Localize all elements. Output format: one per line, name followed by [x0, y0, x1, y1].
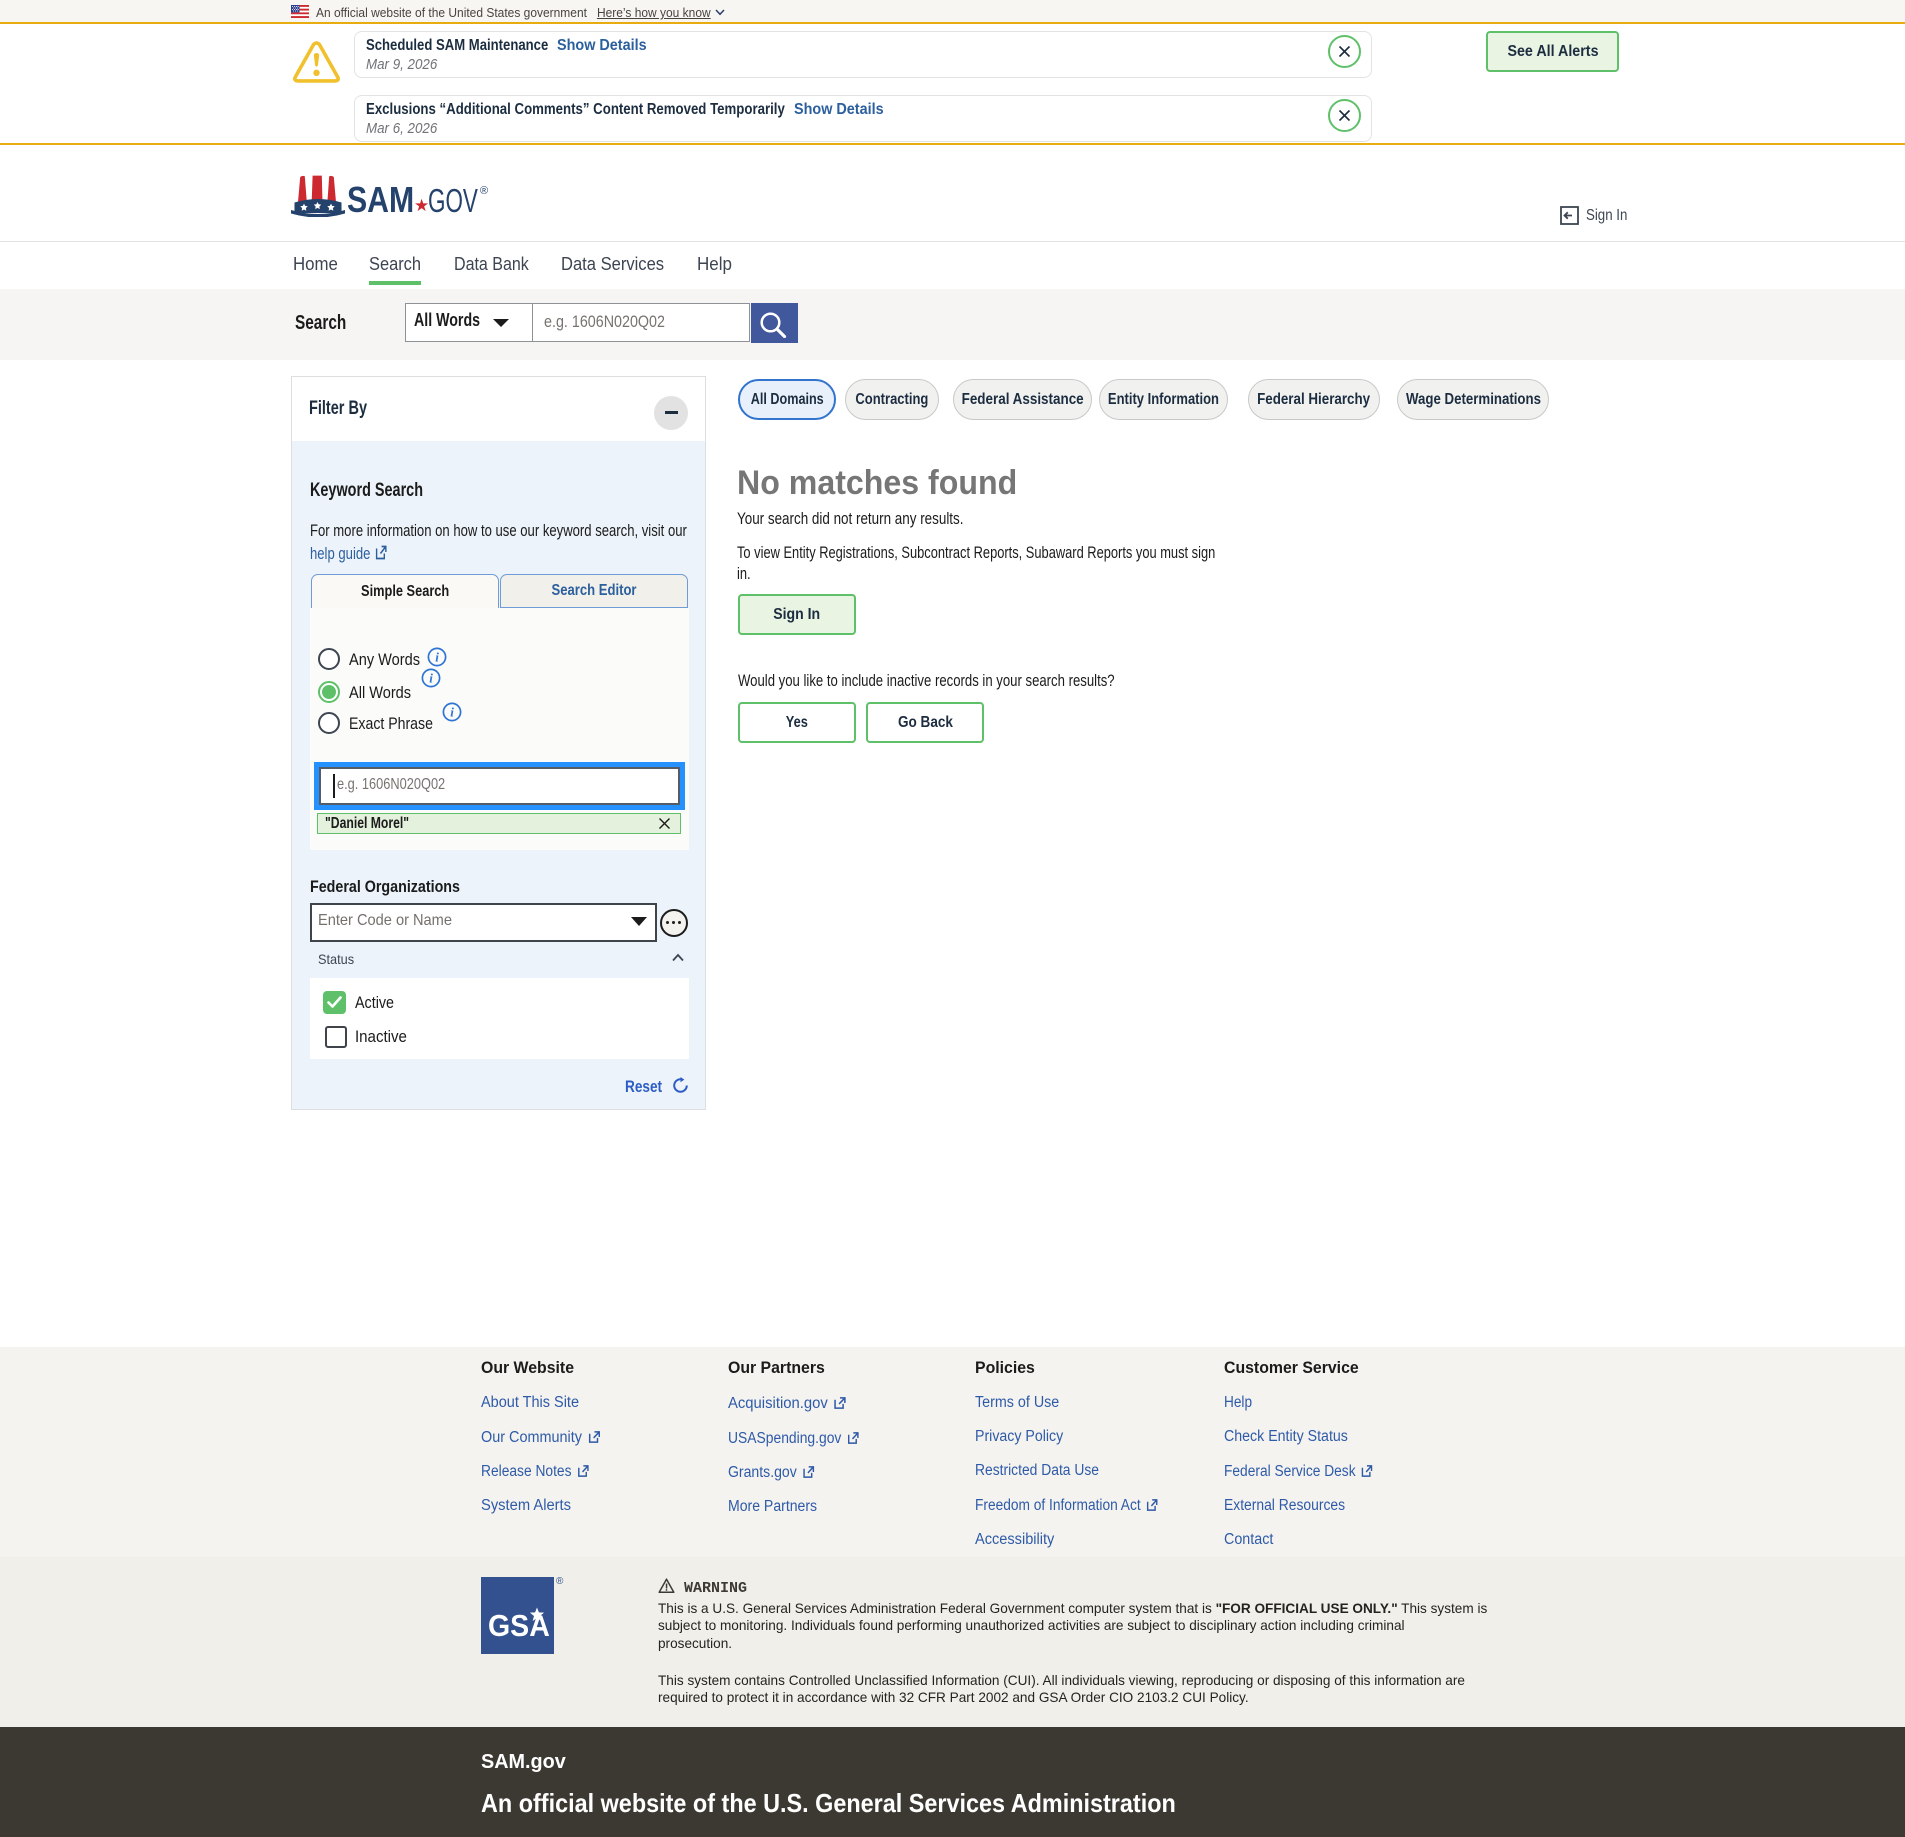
svg-text:i: i — [429, 671, 433, 686]
svg-text:i: i — [450, 705, 454, 720]
svg-text:i: i — [435, 650, 439, 665]
